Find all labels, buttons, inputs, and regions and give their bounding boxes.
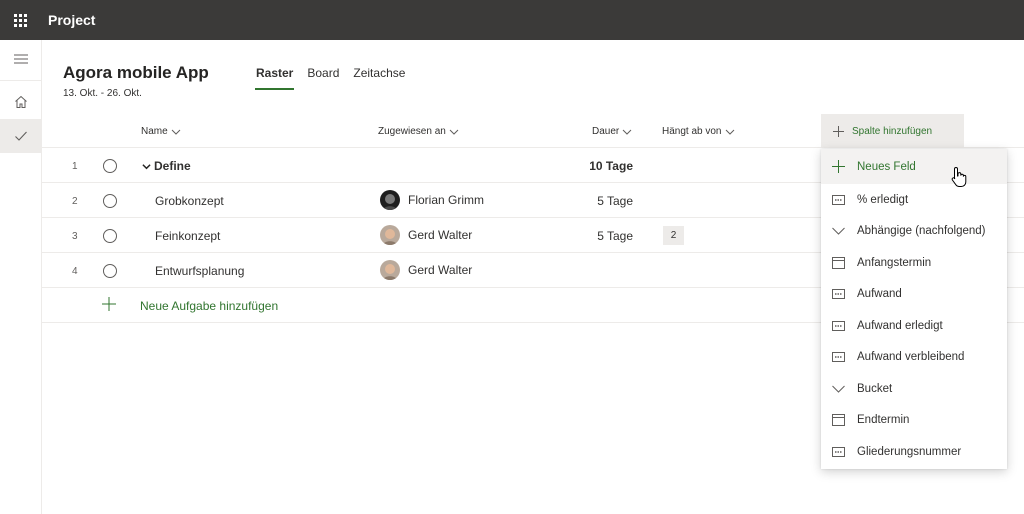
column-depends-label: Hängt ab von (662, 126, 722, 137)
chevron-down-icon (725, 129, 734, 135)
task-name[interactable]: Entwurfsplanung (155, 264, 244, 278)
add-task-label: Neue Aufgabe hinzufügen (140, 299, 279, 313)
task-name[interactable]: Define (142, 159, 191, 173)
task-assignee[interactable]: Florian Grimm (380, 190, 484, 210)
view-tabs: Raster Board Zeitachse (254, 66, 405, 90)
number-field-icon (831, 445, 845, 459)
avatar (380, 190, 400, 210)
dependency-badge[interactable]: 2 (663, 226, 684, 245)
complete-task-checkbox[interactable] (103, 159, 117, 173)
task-name-label: Define (154, 159, 191, 173)
menu-item-label: Aufwand (857, 288, 902, 301)
menu-item-new-field[interactable]: Neues Feld (821, 149, 1007, 184)
hamburger-button[interactable] (0, 42, 41, 76)
menu-item-effort-remaining[interactable]: Aufwand verbleibend (821, 342, 1007, 374)
complete-task-checkbox[interactable] (103, 194, 117, 208)
assignee-name: Florian Grimm (408, 193, 485, 207)
column-name-label: Name (141, 126, 168, 137)
task-assignee[interactable]: Gerd Walter (380, 225, 472, 245)
row-number: 3 (72, 231, 78, 242)
menu-item-end-date[interactable]: Endtermin (821, 405, 1007, 437)
number-field-icon (831, 319, 845, 333)
menu-item-label: Aufwand erledigt (857, 319, 943, 332)
column-header-duration[interactable]: Dauer (592, 126, 632, 137)
app-launcher-button[interactable] (0, 0, 40, 40)
menu-item-label: Aufwand verbleibend (857, 351, 965, 364)
menu-item-label: Gliederungsnummer (857, 445, 962, 458)
avatar (380, 225, 400, 245)
menu-item-effort[interactable]: Aufwand (821, 279, 1007, 311)
tab-zeitachse[interactable]: Zeitachse (353, 66, 405, 90)
chevron-down-icon (449, 129, 459, 135)
task-duration[interactable]: 5 Tage (562, 194, 633, 208)
complete-task-checkbox[interactable] (103, 264, 117, 278)
chevron-down-icon (831, 382, 845, 396)
assignee-name: Gerd Walter (408, 228, 473, 242)
number-field-icon (831, 287, 845, 301)
grid-header: Name Zugewiesen an Dauer Hängt ab von Sp… (42, 114, 1024, 148)
task-duration[interactable]: 10 Tage (562, 159, 633, 173)
number-field-icon (831, 193, 845, 207)
plus-icon (102, 297, 116, 311)
calendar-icon (831, 256, 845, 270)
complete-task-checkbox[interactable] (103, 229, 117, 243)
menu-item-label: % erledigt (857, 193, 909, 206)
chevron-down-icon (622, 129, 632, 135)
column-header-assigned[interactable]: Zugewiesen an (378, 126, 459, 137)
add-column-menu: Neues Feld % erledigt Abhängige (nachfol… (821, 149, 1007, 469)
menu-item-outline-number[interactable]: Gliederungsnummer (821, 436, 1007, 468)
top-bar: Project (0, 0, 1024, 40)
number-field-icon (831, 350, 845, 364)
hand-cursor-icon (951, 166, 967, 187)
assignee-name: Gerd Walter (408, 263, 473, 277)
tab-raster[interactable]: Raster (254, 66, 295, 90)
tab-board[interactable]: Board (307, 66, 339, 90)
add-column-label: Spalte hinzufügen (852, 125, 933, 137)
rail-divider (0, 80, 41, 81)
menu-item-label: Endtermin (857, 414, 910, 427)
task-name[interactable]: Grobkonzept (155, 194, 224, 208)
menu-item-label: Anfangstermin (857, 256, 932, 269)
plus-icon (833, 125, 844, 137)
my-tasks-button[interactable] (0, 119, 41, 153)
app-title[interactable]: Project (48, 12, 95, 28)
row-number: 2 (72, 196, 78, 207)
task-name[interactable]: Feinkonzept (155, 229, 220, 243)
menu-item-label: Abhängige (nachfolgend) (857, 225, 986, 238)
menu-item-percent-complete[interactable]: % erledigt (821, 184, 1007, 216)
column-header-name[interactable]: Name (141, 126, 181, 137)
checkmark-icon (14, 131, 27, 141)
plus-icon (831, 160, 845, 174)
column-duration-label: Dauer (592, 126, 620, 137)
chevron-down-icon (171, 129, 181, 135)
add-column-button[interactable]: Spalte hinzufügen (821, 114, 964, 148)
menu-item-start-date[interactable]: Anfangstermin (821, 247, 1007, 279)
row-number: 4 (72, 266, 78, 277)
column-assigned-label: Zugewiesen an (378, 126, 446, 137)
row-number: 1 (72, 161, 78, 172)
chevron-down-icon (831, 224, 845, 238)
menu-item-bucket[interactable]: Bucket (821, 373, 1007, 405)
calendar-icon (831, 413, 845, 427)
menu-item-label: Bucket (857, 382, 893, 395)
menu-item-effort-completed[interactable]: Aufwand erledigt (821, 310, 1007, 342)
home-button[interactable] (0, 85, 41, 119)
column-header-depends[interactable]: Hängt ab von (662, 126, 735, 137)
home-icon (14, 95, 27, 108)
plan-title: Agora mobile App (63, 63, 209, 82)
left-rail (0, 40, 42, 514)
menu-item-dependents[interactable]: Abhängige (nachfolgend) (821, 216, 1007, 248)
task-assignee[interactable]: Gerd Walter (380, 260, 472, 280)
hamburger-icon (13, 54, 28, 64)
task-duration[interactable]: 5 Tage (562, 229, 633, 243)
waffle-icon (13, 13, 27, 27)
avatar (380, 260, 400, 280)
chevron-down-icon[interactable] (142, 162, 151, 171)
plan-dates: 13. Okt. - 26. Okt. (63, 88, 142, 99)
menu-item-label: Neues Feld (857, 160, 916, 173)
